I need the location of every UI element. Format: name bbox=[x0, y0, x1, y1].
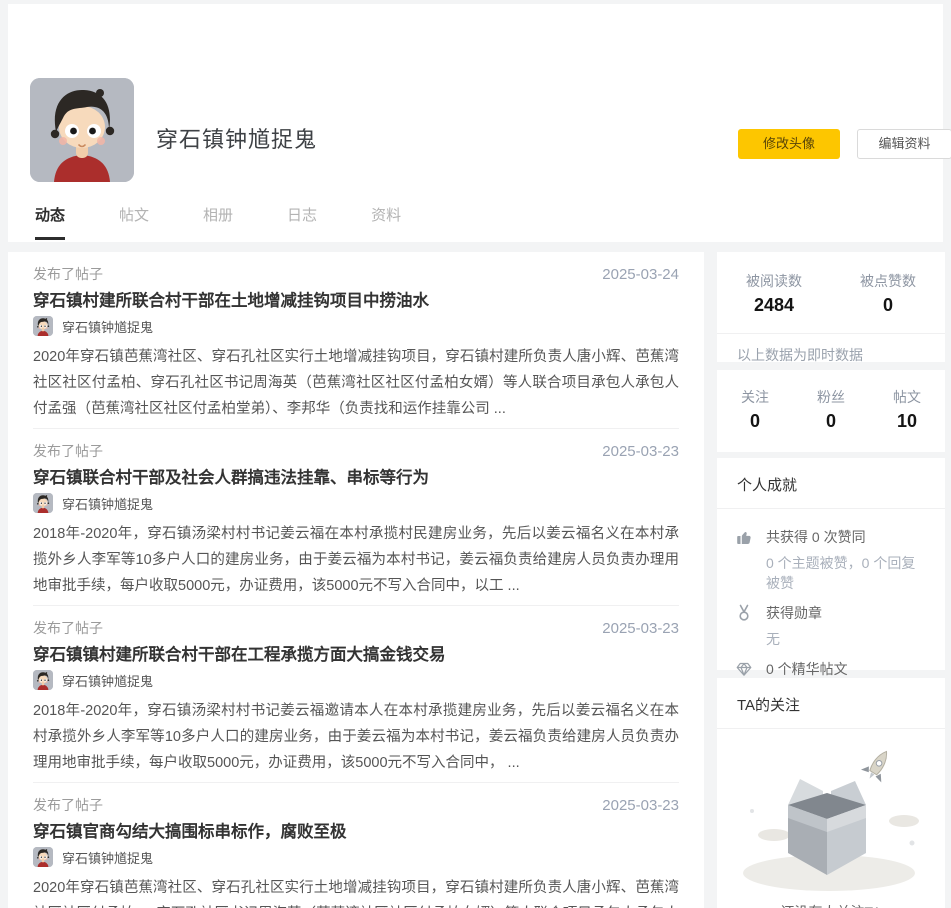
tab-activity[interactable]: 动态 bbox=[35, 204, 65, 240]
stat-following[interactable]: 关注 0 bbox=[717, 387, 793, 432]
achievement-medal-detail: 无 bbox=[766, 629, 927, 649]
boy-avatar-image bbox=[33, 670, 53, 690]
stat-value: 0 bbox=[831, 295, 945, 316]
post-excerpt: 2020年穿石镇芭蕉湾社区、穿石孔社区实行土地增减挂钩项目，穿石镇村建所负责人唐… bbox=[33, 344, 679, 422]
profile-tabs: 动态 帖文 相册 日志 资料 bbox=[35, 204, 455, 240]
profile-avatar bbox=[30, 78, 134, 182]
stat-posts[interactable]: 帖文 10 bbox=[869, 387, 945, 432]
post-excerpt: 2020年穿石镇芭蕉湾社区、穿石孔社区实行土地增减挂钩项目，穿石镇村建所负责人唐… bbox=[33, 875, 679, 908]
stat-label: 粉丝 bbox=[793, 387, 869, 407]
post-title-link[interactable]: 穿石镇官商勾结大搞围标串标作，腐败至极 bbox=[33, 818, 679, 840]
post-author-name[interactable]: 穿石镇钟馗捉鬼 bbox=[62, 494, 153, 513]
follow-stats-card: 关注 0 粉丝 0 帖文 10 bbox=[717, 370, 945, 452]
post-item-3: 发布了帖子 2025-03-23 穿石镇镇村建所联合村干部在工程承揽方面大搞金钱… bbox=[33, 606, 679, 783]
post-title-link[interactable]: 穿石镇村建所联合村干部在土地增减挂钩项目中捞油水 bbox=[33, 287, 679, 309]
tab-albums[interactable]: 相册 bbox=[203, 204, 233, 240]
achievement-medal: 获得勋章 bbox=[766, 603, 822, 623]
post-author-name[interactable]: 穿石镇钟馗捉鬼 bbox=[62, 848, 153, 867]
post-title-link[interactable]: 穿石镇联合村干部及社会人群搞违法挂靠、串标等行为 bbox=[33, 464, 679, 486]
post-action-label: 发布了帖子 bbox=[33, 618, 103, 638]
post-item-1: 发布了帖子 2025-03-24 穿石镇村建所联合村干部在土地增减挂钩项目中捞油… bbox=[33, 252, 679, 429]
boy-avatar-image bbox=[33, 847, 53, 867]
tab-posts[interactable]: 帖文 bbox=[119, 204, 149, 240]
page-title-username: 穿石镇钟馗捉鬼 bbox=[156, 122, 317, 154]
post-item-4: 发布了帖子 2025-03-23 穿石镇官商勾结大搞围标串标作，腐败至极 穿石镇… bbox=[33, 783, 679, 908]
post-author-name[interactable]: 穿石镇钟馗捉鬼 bbox=[62, 317, 153, 336]
profile-header: 穿石镇钟馗捉鬼 修改头像 编辑资料 动态 帖文 相册 日志 资料 bbox=[8, 4, 943, 242]
boy-avatar-image bbox=[30, 78, 134, 182]
post-action-label: 发布了帖子 bbox=[33, 795, 103, 815]
stat-followers[interactable]: 粉丝 0 bbox=[793, 387, 869, 432]
followers-title: TA的关注 bbox=[717, 678, 945, 729]
boy-avatar-image bbox=[33, 493, 53, 513]
post-date: 2025-03-23 bbox=[602, 443, 679, 460]
post-date: 2025-03-24 bbox=[602, 266, 679, 283]
post-author-avatar[interactable] bbox=[33, 670, 53, 690]
boy-avatar-image bbox=[33, 316, 53, 336]
post-author-avatar[interactable] bbox=[33, 847, 53, 867]
post-date: 2025-03-23 bbox=[602, 620, 679, 637]
achievement-likes: 共获得 0 次赞同 bbox=[766, 527, 866, 547]
read-like-stats-card: 被阅读数 2484 被点赞数 0 以上数据为即时数据 bbox=[717, 252, 945, 362]
medal-icon bbox=[735, 604, 753, 622]
post-excerpt: 2018年-2020年，穿石镇汤梁村村书记姜云福邀请本人在本村承揽建房业务，先后… bbox=[33, 698, 679, 776]
achievements-title: 个人成就 bbox=[717, 458, 945, 509]
post-date: 2025-03-23 bbox=[602, 797, 679, 814]
empty-box-illustration bbox=[726, 735, 936, 897]
stat-value: 10 bbox=[869, 411, 945, 432]
post-author-avatar[interactable] bbox=[33, 316, 53, 336]
achievement-essence: 0 个精华帖文 bbox=[766, 659, 848, 679]
stat-label: 关注 bbox=[717, 387, 793, 407]
stats-note: 以上数据为即时数据 bbox=[717, 333, 945, 365]
gem-icon bbox=[735, 660, 753, 678]
stat-value: 0 bbox=[793, 411, 869, 432]
tab-profile-info[interactable]: 资料 bbox=[371, 204, 401, 240]
achievements-card: 个人成就 共获得 0 次赞同 0 个主题被赞，0 个回复被赞 获得勋章 无 0 … bbox=[717, 458, 945, 670]
post-excerpt: 2018年-2020年，穿石镇汤梁村村书记姜云福在本村承揽村民建房业务，先后以姜… bbox=[33, 521, 679, 599]
tab-journal[interactable]: 日志 bbox=[287, 204, 317, 240]
post-author-avatar[interactable] bbox=[33, 493, 53, 513]
followers-empty-text: 还没有人关注TA bbox=[717, 902, 945, 908]
followers-card: TA的关注 bbox=[717, 678, 945, 908]
post-action-label: 发布了帖子 bbox=[33, 264, 103, 284]
stat-value: 0 bbox=[717, 411, 793, 432]
edit-profile-button[interactable]: 编辑资料 bbox=[857, 129, 951, 159]
change-avatar-button[interactable]: 修改头像 bbox=[738, 129, 840, 159]
stat-read-count: 被阅读数 2484 bbox=[717, 271, 831, 316]
stat-liked-count: 被点赞数 0 bbox=[831, 271, 945, 316]
post-title-link[interactable]: 穿石镇镇村建所联合村干部在工程承揽方面大搞金钱交易 bbox=[33, 641, 679, 663]
post-author-name[interactable]: 穿石镇钟馗捉鬼 bbox=[62, 671, 153, 690]
stat-label: 被阅读数 bbox=[717, 271, 831, 291]
post-action-label: 发布了帖子 bbox=[33, 441, 103, 461]
stat-label: 被点赞数 bbox=[831, 271, 945, 291]
activity-feed: 发布了帖子 2025-03-24 穿石镇村建所联合村干部在土地增减挂钩项目中捞油… bbox=[8, 252, 704, 908]
thumbs-up-icon bbox=[735, 528, 753, 546]
achievement-likes-detail: 0 个主题被赞，0 个回复被赞 bbox=[766, 553, 927, 593]
stat-value: 2484 bbox=[717, 295, 831, 316]
post-item-2: 发布了帖子 2025-03-23 穿石镇联合村干部及社会人群搞违法挂靠、串标等行… bbox=[33, 429, 679, 606]
stat-label: 帖文 bbox=[869, 387, 945, 407]
